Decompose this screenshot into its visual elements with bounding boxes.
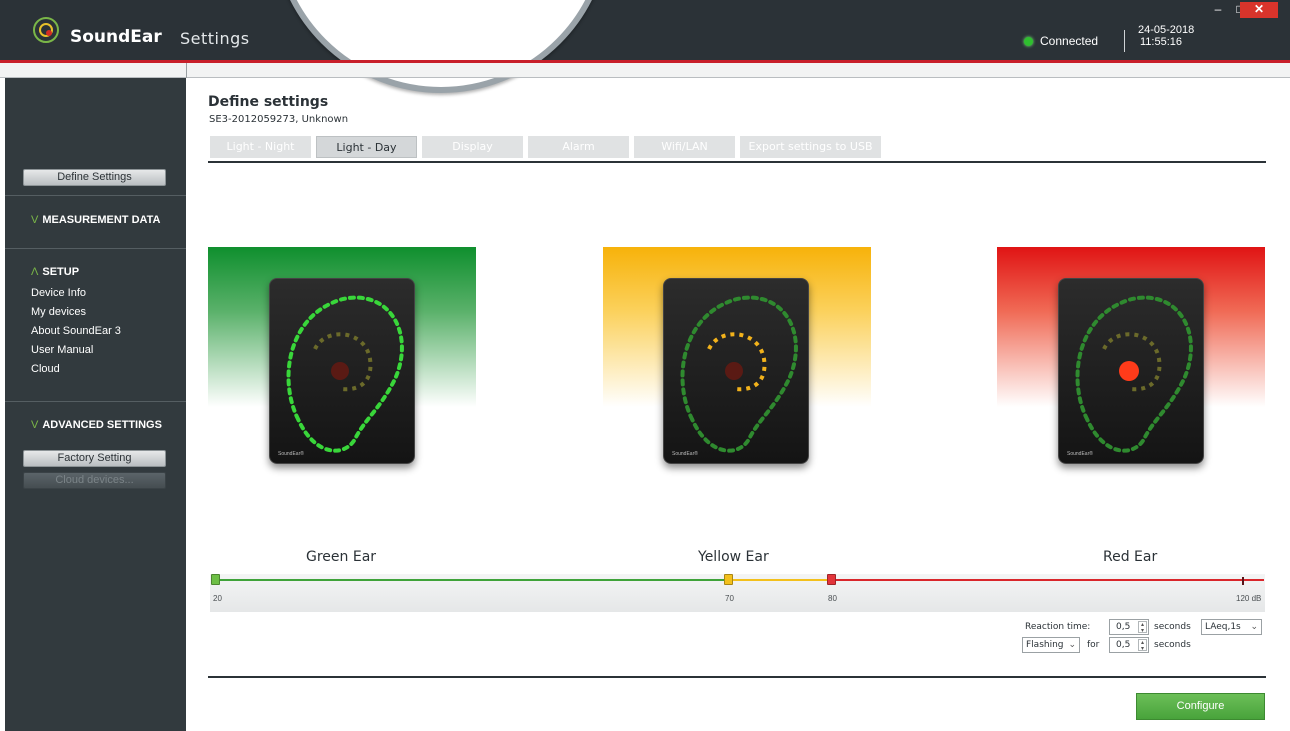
- device-brand-label: SoundEar®: [672, 451, 698, 457]
- stepper-arrows-icon[interactable]: ▴ ▾: [1138, 621, 1147, 634]
- configure-button[interactable]: Configure: [1136, 693, 1265, 720]
- tab-alarm[interactable]: Alarm: [528, 136, 629, 158]
- red-ear-device-image: SoundEar®: [1058, 278, 1204, 464]
- sidebar-item-user-manual[interactable]: User Manual: [31, 344, 93, 356]
- green-range-segment: [215, 579, 728, 581]
- cloud-devices-button[interactable]: Cloud devices...: [23, 472, 166, 489]
- current-time: 11:55:16: [1140, 36, 1183, 48]
- tab-export-settings[interactable]: Export settings to USB: [740, 136, 881, 158]
- green-ear-label: Green Ear: [306, 549, 377, 565]
- stepper-arrows-icon[interactable]: ▴ ▾: [1138, 639, 1147, 652]
- sidebar-section-label: SETUP: [42, 266, 80, 278]
- chevron-down-icon: V: [31, 419, 39, 431]
- light-mode-select[interactable]: Flashing ⌄: [1022, 637, 1080, 653]
- yellow-ear-device-image: SoundEar®: [663, 278, 809, 464]
- soundear-logo-icon: [33, 17, 59, 43]
- duration-value: 0,5: [1116, 640, 1131, 650]
- factory-setting-button[interactable]: Factory Setting: [23, 450, 166, 467]
- slider-max-label: 120 dB: [1236, 594, 1262, 603]
- chevron-down-icon: V: [31, 214, 39, 226]
- connection-status-icon: [1024, 37, 1033, 46]
- close-icon[interactable]: ✕: [1240, 2, 1278, 18]
- chevron-down-icon: ⌄: [1068, 640, 1076, 650]
- reaction-time-stepper[interactable]: 0,5 ▴ ▾: [1109, 619, 1149, 635]
- seconds-label-2: seconds: [1154, 640, 1191, 650]
- define-settings-button[interactable]: Define Settings: [23, 169, 166, 186]
- seconds-label: seconds: [1154, 622, 1191, 632]
- sidebar-section-setup[interactable]: Λ SETUP: [31, 266, 79, 278]
- red-threshold-handle[interactable]: [827, 574, 836, 585]
- ear-icon: [1075, 295, 1193, 453]
- minimize-icon[interactable]: –: [1208, 2, 1228, 18]
- sidebar-section-measurement-data[interactable]: V MEASUREMENT DATA: [31, 214, 161, 226]
- max-tick-marker: [1242, 577, 1244, 585]
- sidebar-divider: [5, 248, 186, 249]
- tab-wifi-lan[interactable]: Wifi/LAN: [634, 136, 735, 158]
- slider-yellow-label: 70: [725, 594, 734, 603]
- duration-stepper[interactable]: 0,5 ▴ ▾: [1109, 637, 1149, 653]
- tab-display[interactable]: Display: [422, 136, 523, 158]
- slider-min-label: 20: [213, 594, 222, 603]
- device-identifier: SE3-2012059273, Unknown: [209, 114, 349, 125]
- ear-icon: [680, 295, 798, 453]
- red-ear-label: Red Ear: [1103, 549, 1158, 565]
- page-title: Define settings: [208, 94, 329, 110]
- yellow-ear-label: Yellow Ear: [698, 549, 769, 565]
- sidebar-divider: [5, 401, 186, 402]
- sidebar-item-cloud[interactable]: Cloud: [31, 363, 60, 375]
- brand-subtitle: Settings: [180, 29, 250, 48]
- tab-light-day[interactable]: Light - Day: [316, 136, 417, 158]
- sidebar-divider: [5, 195, 186, 196]
- device-brand-label: SoundEar®: [278, 451, 304, 457]
- sidebar-section-label: MEASUREMENT DATA: [42, 214, 161, 226]
- light-mode-value: Flashing: [1026, 640, 1064, 650]
- for-label: for: [1087, 640, 1100, 650]
- current-date: 24-05-2018: [1138, 24, 1195, 36]
- tab-underline: [208, 161, 1266, 163]
- chevron-down-icon: ⌄: [1250, 622, 1258, 632]
- tab-light-night[interactable]: Light - Night: [210, 136, 311, 158]
- ear-icon: [286, 295, 404, 453]
- sidebar-item-my-devices[interactable]: My devices: [31, 306, 86, 318]
- connection-status-label: Connected: [1040, 34, 1099, 48]
- slider-red-label: 80: [828, 594, 837, 603]
- reaction-time-value: 0,5: [1116, 622, 1131, 632]
- measurement-type-select[interactable]: LAeq,1s ⌄: [1201, 619, 1262, 635]
- menu-strip: [0, 63, 1290, 78]
- sidebar-section-label: ADVANCED SETTINGS: [42, 419, 162, 431]
- green-ear-device-image: SoundEar®: [269, 278, 415, 464]
- green-threshold-handle[interactable]: [211, 574, 220, 585]
- yellow-range-segment: [728, 579, 831, 581]
- chevron-up-icon: Λ: [31, 266, 39, 278]
- yellow-threshold-handle[interactable]: [724, 574, 733, 585]
- reaction-time-label: Reaction time:: [1025, 622, 1091, 632]
- measurement-type-value: LAeq,1s: [1205, 622, 1241, 632]
- sidebar-item-device-info[interactable]: Device Info: [31, 287, 86, 299]
- bottom-divider: [208, 676, 1266, 678]
- status-divider: [1124, 30, 1125, 52]
- brand-name: SoundEar: [70, 27, 162, 47]
- device-brand-label: SoundEar®: [1067, 451, 1093, 457]
- menu-strip-divider: [186, 63, 187, 78]
- red-range-segment: [831, 579, 1264, 581]
- sidebar-section-advanced-settings[interactable]: V ADVANCED SETTINGS: [31, 419, 162, 431]
- soundear-settings-window: SoundEar Settings Connected 24-05-2018 1…: [0, 0, 1290, 731]
- sidebar-item-about-soundear[interactable]: About SoundEar 3: [31, 325, 121, 337]
